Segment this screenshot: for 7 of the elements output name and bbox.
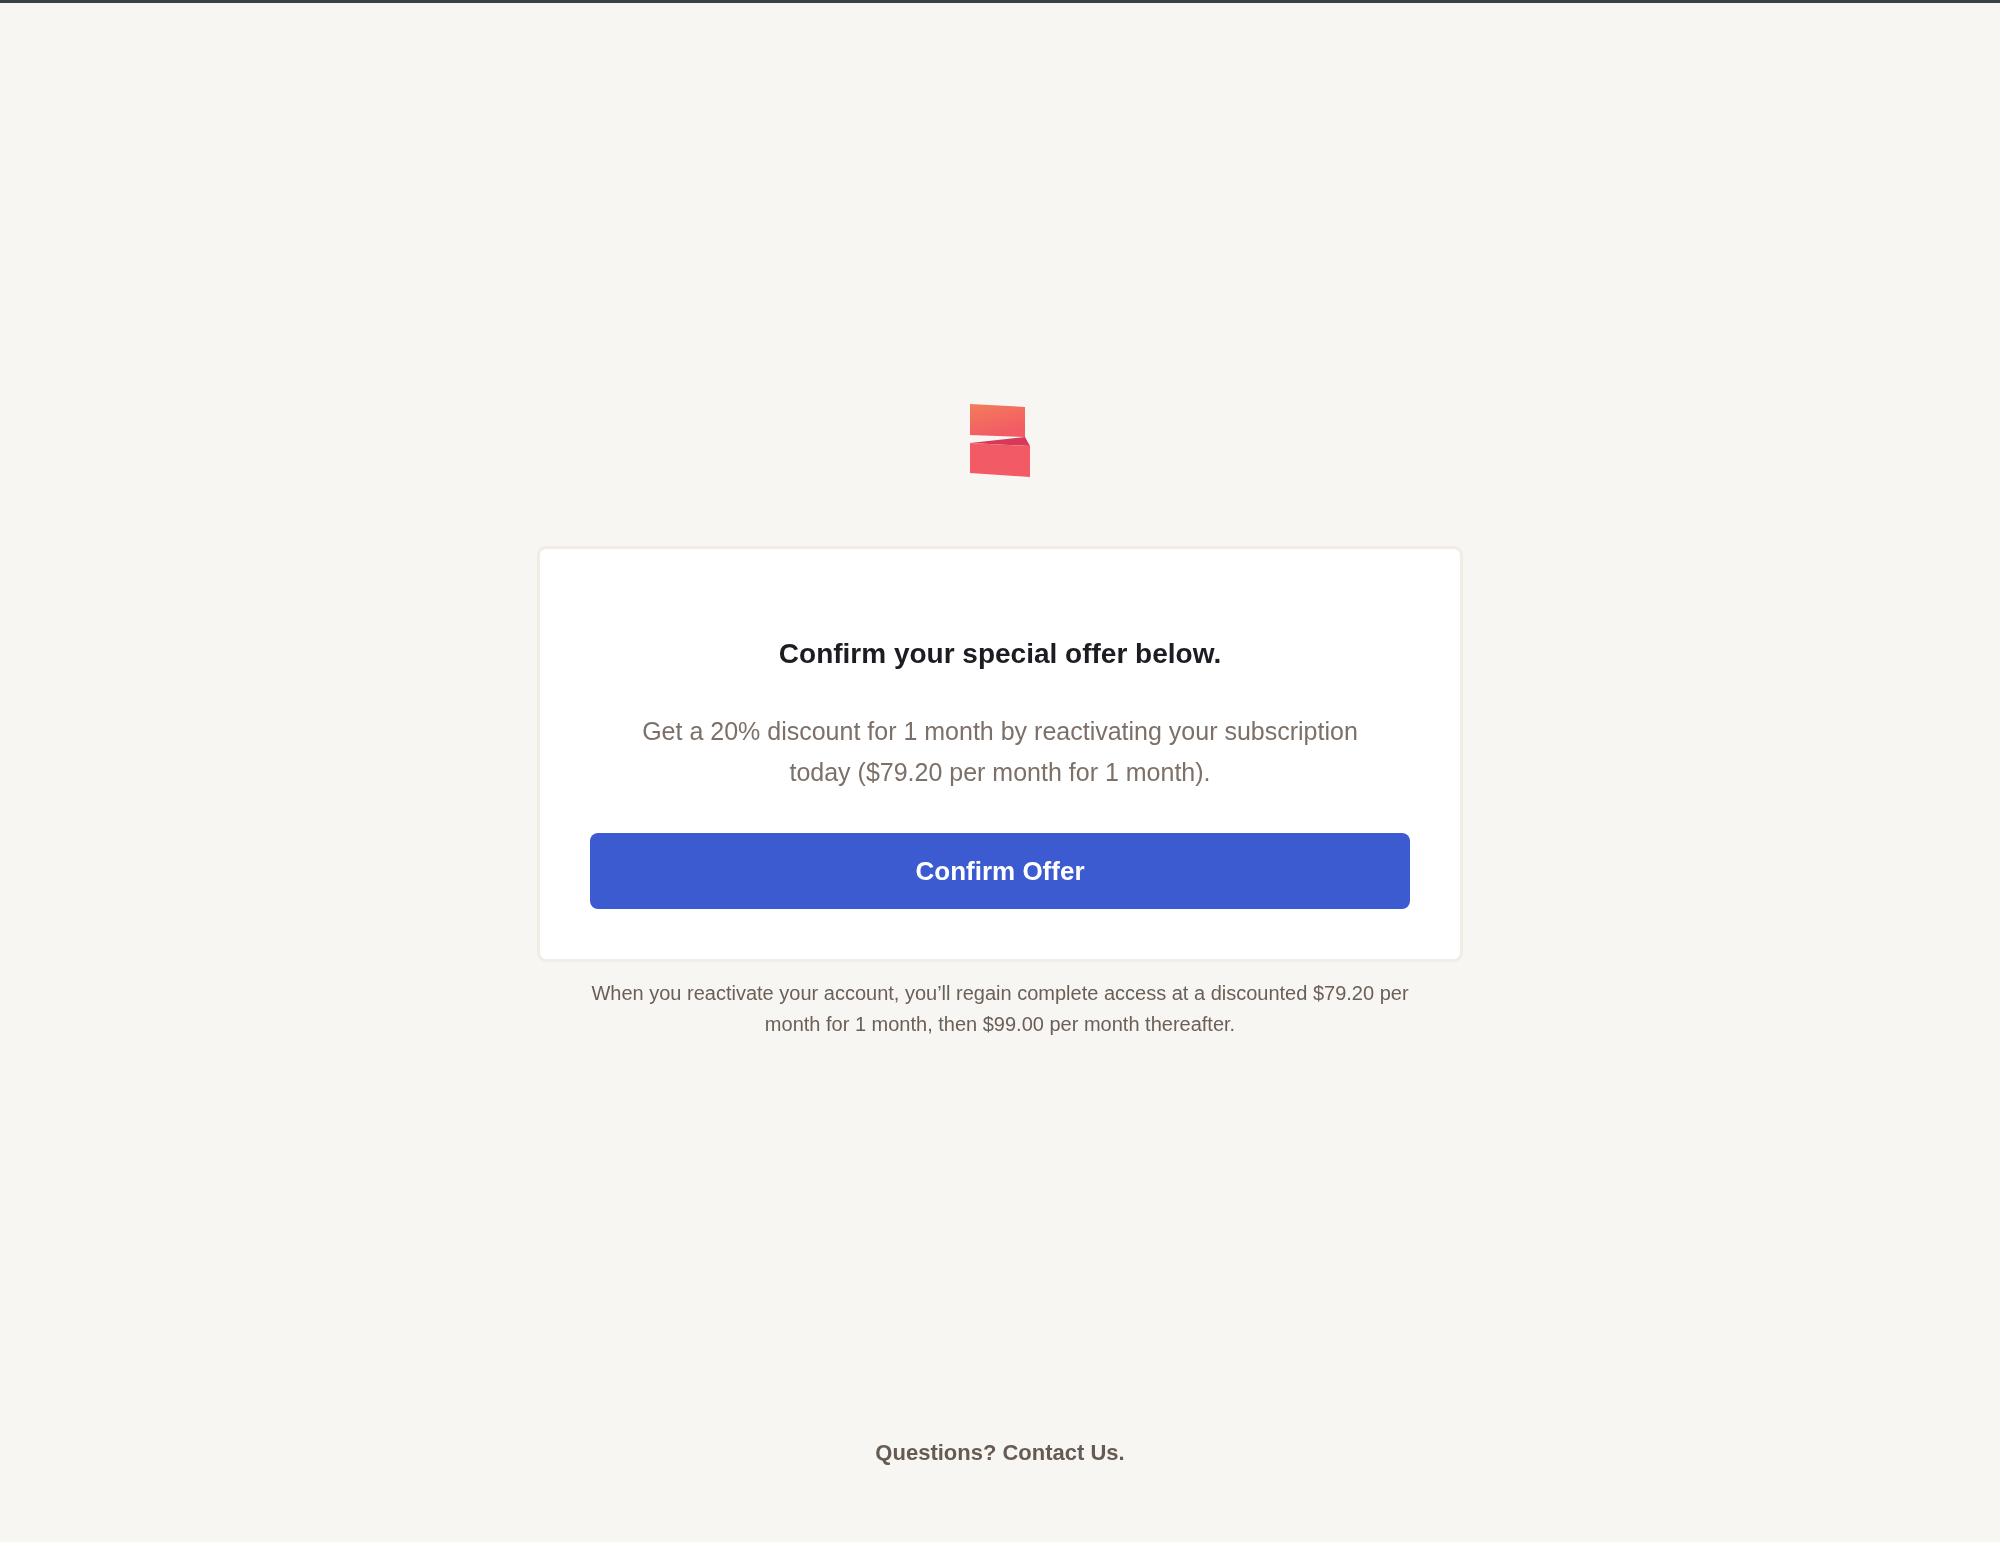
logo-icon bbox=[970, 404, 1030, 477]
offer-description: Get a 20% discount for 1 month by reactivating your subscription today ($79.20 per month for 1 month). bbox=[641, 716, 1359, 788]
questions-text: Questions? bbox=[875, 1440, 997, 1466]
confirm-offer-button[interactable]: Confirm Offer bbox=[590, 833, 1410, 909]
reactivation-note: When you reactivate your account, you’ll regain complete access at a discounted $79.20 per month for 1 month, then $99.00 per month thereafter. bbox=[590, 981, 1410, 1037]
offer-heading: Confirm your special offer below. bbox=[778, 637, 1222, 671]
contact-us-link[interactable]: Contact Us. bbox=[1002, 1440, 1125, 1466]
